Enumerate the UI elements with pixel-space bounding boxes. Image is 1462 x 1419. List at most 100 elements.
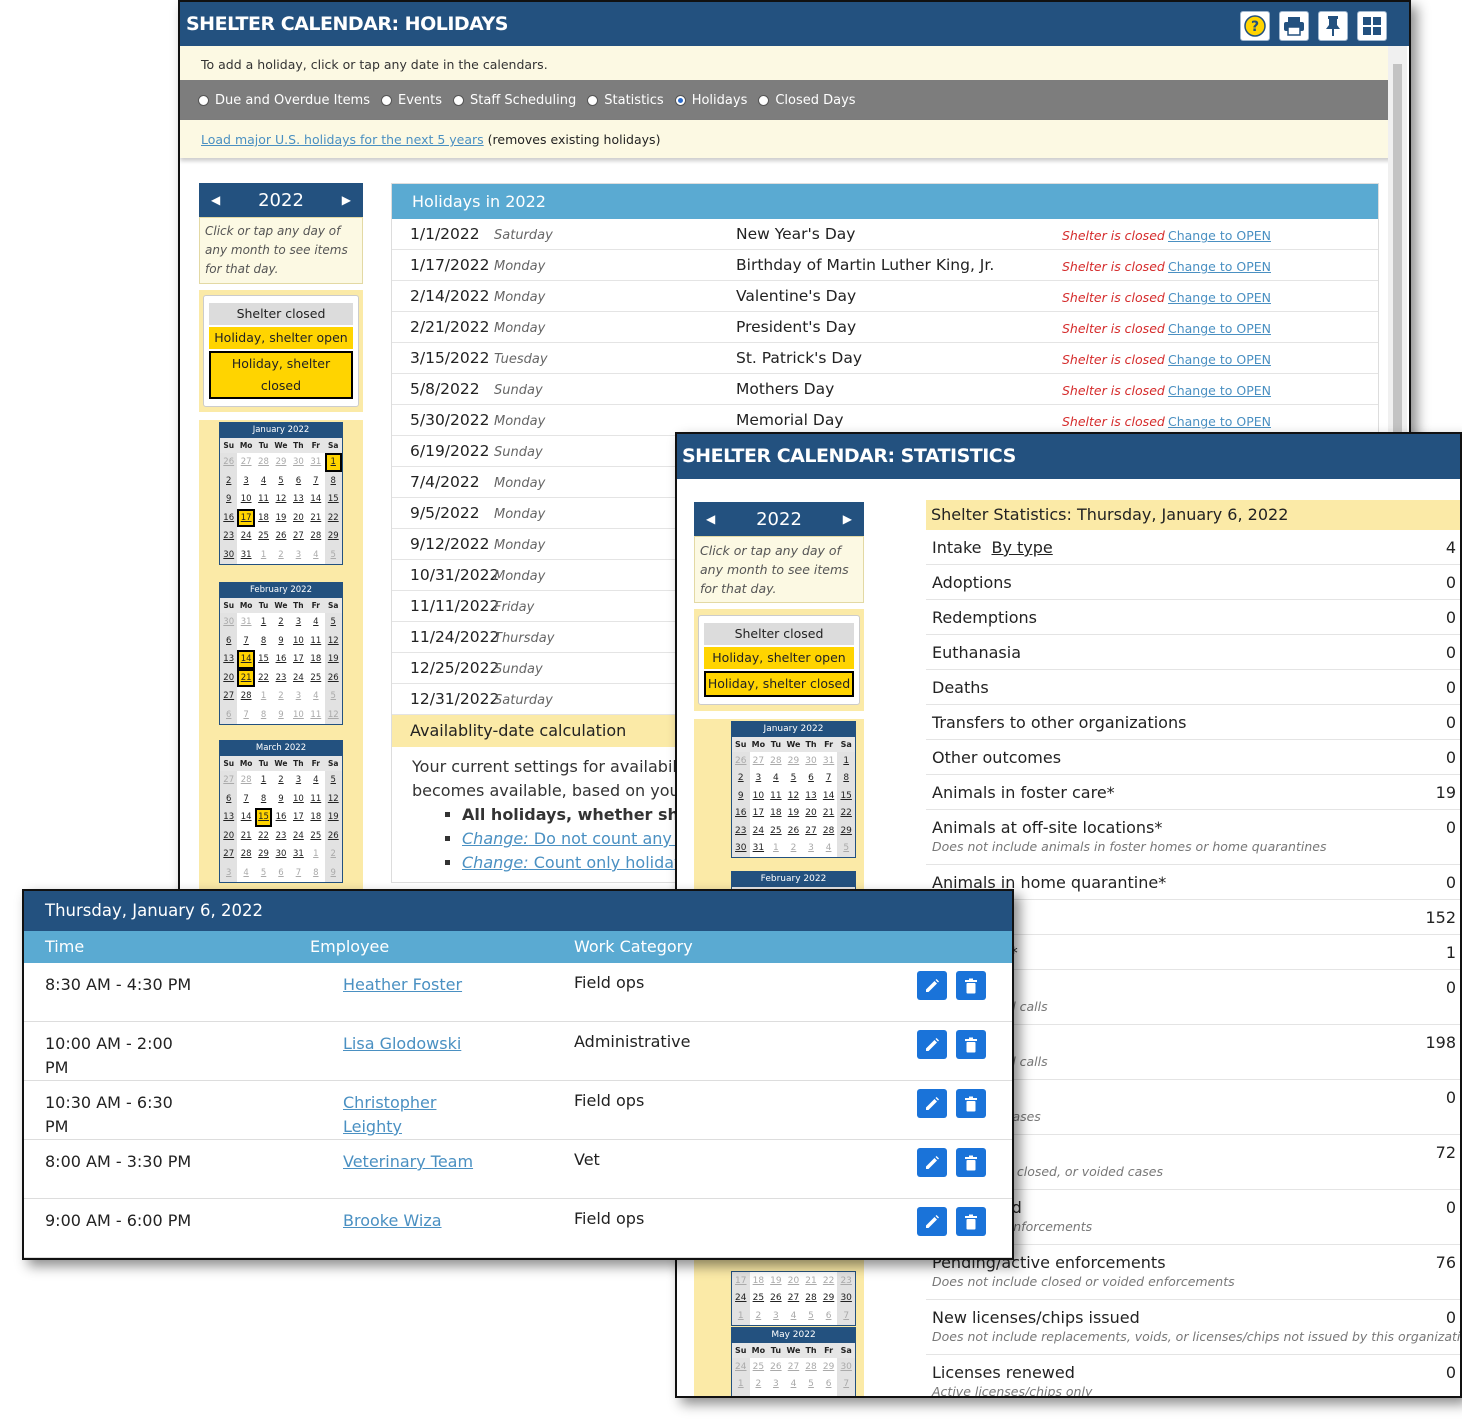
calendar-day[interactable]: 29 (324, 527, 342, 546)
calendar-day[interactable]: 15 (254, 808, 273, 827)
calendar-day[interactable]: 20 (802, 805, 820, 823)
calendar-day[interactable]: 1 (837, 752, 855, 770)
calendar-day[interactable]: 6 (272, 864, 289, 883)
statistic-row[interactable]: Deaths 0 (926, 670, 1460, 705)
view-option-closed-days[interactable]: Closed Days (758, 93, 856, 108)
calendar-day[interactable]: 25 (750, 1290, 768, 1308)
radio-button[interactable] (381, 94, 392, 106)
calendar-day[interactable]: 19 (324, 650, 342, 669)
help-button[interactable]: ? (1240, 11, 1270, 41)
calendar-day[interactable]: 30 (837, 1289, 855, 1307)
calendar-day[interactable]: 9 (272, 632, 289, 651)
employee-link[interactable]: Christopher Leighty (343, 1093, 436, 1136)
calendar-day[interactable]: 18 (750, 1272, 768, 1290)
calendar-day[interactable]: 25 (767, 822, 785, 840)
calendar-day[interactable]: 5 (785, 770, 803, 788)
radio-button[interactable] (198, 94, 209, 106)
view-option-statistics[interactable]: Statistics (587, 93, 664, 108)
delete-shift-button[interactable] (956, 1207, 986, 1236)
calendar-day[interactable]: 20 (220, 668, 238, 687)
view-option-staff-scheduling[interactable]: Staff Scheduling (453, 93, 576, 108)
calendar-day[interactable]: 1 (732, 1307, 750, 1325)
calendar-day[interactable]: 4 (785, 1376, 803, 1394)
calendar-day[interactable]: 11 (307, 706, 324, 725)
calendar-day[interactable]: 30 (220, 545, 238, 564)
calendar-day[interactable]: 3 (767, 1376, 785, 1394)
change-to-open-link[interactable]: Change to OPEN (1168, 290, 1271, 305)
view-option-events[interactable]: Events (381, 93, 442, 108)
calendar-day[interactable]: 2 (272, 687, 289, 706)
calendar-day[interactable]: 5 (837, 839, 855, 857)
calendar-day[interactable]: 1 (307, 845, 324, 864)
calendar-day[interactable]: 10 (290, 706, 307, 725)
calendar-day[interactable]: 10 (750, 787, 768, 805)
delete-shift-button[interactable] (956, 1030, 986, 1059)
calendar-day[interactable]: 3 (290, 771, 307, 790)
calendar-day[interactable]: 13 (220, 650, 238, 669)
calendar-day[interactable]: 27 (220, 845, 238, 864)
calendar-day[interactable]: 4 (785, 1307, 803, 1325)
calendar-day[interactable]: 3 (290, 613, 307, 632)
calendar-day[interactable]: 6 (820, 1307, 838, 1325)
calendar-day[interactable]: 29 (837, 822, 855, 840)
print-button[interactable] (1279, 11, 1309, 41)
edit-shift-button[interactable] (917, 1148, 947, 1177)
calendar-day[interactable]: 20 (220, 826, 238, 845)
calendar-day[interactable]: 23 (272, 827, 289, 846)
calendar-day[interactable]: 17 (237, 508, 255, 527)
calendar-day[interactable]: 7 (237, 632, 254, 651)
calendar-day[interactable]: 22 (255, 669, 272, 688)
statistic-row[interactable]: Transfers to other organizations 0 (926, 705, 1460, 740)
calendar-day[interactable]: 12 (324, 631, 342, 650)
edit-shift-button[interactable] (917, 1207, 947, 1236)
prev-year-icon[interactable]: ◀ (706, 512, 715, 526)
employee-link[interactable]: Brooke Wiza (343, 1211, 442, 1230)
calendar-day[interactable]: 29 (785, 752, 803, 770)
calendar-day[interactable]: 12 (324, 705, 342, 724)
calendar-day[interactable]: 28 (820, 822, 838, 840)
calendar-day[interactable]: 9 (750, 1393, 768, 1396)
calendar-day[interactable]: 28 (237, 771, 254, 790)
calendar-day[interactable]: 9 (272, 790, 289, 809)
statistic-row[interactable]: Euthanasia 0 (926, 635, 1460, 670)
calendar-day[interactable]: 5 (324, 613, 342, 632)
calendar-day[interactable]: 20 (785, 1272, 803, 1290)
calendar-day[interactable]: 8 (255, 632, 272, 651)
calendar-day[interactable]: 6 (820, 1376, 838, 1394)
calendar-day[interactable]: 26 (767, 1290, 785, 1308)
calendar-day[interactable]: 7 (820, 770, 838, 788)
calendar-day[interactable]: 1 (767, 840, 785, 858)
statistic-row[interactable]: New licenses/chips issued 0 Does not inclu… (926, 1300, 1460, 1355)
calendar-day[interactable]: 4 (820, 840, 838, 858)
calendar-day[interactable]: 19 (767, 1272, 785, 1290)
calendar-day[interactable]: 9 (272, 706, 289, 725)
holiday-row[interactable]: 2/21/2022 Monday President's Day Shelter is… (392, 312, 1378, 343)
holiday-row[interactable]: 1/17/2022 Monday Birthday of Martin Luther… (392, 250, 1378, 281)
view-option-holidays[interactable]: Holidays (674, 93, 747, 108)
calendar-day[interactable]: 30 (802, 752, 820, 770)
calendar-day[interactable]: 22 (324, 508, 342, 527)
statistic-row[interactable]: Other outcomes 0 (926, 740, 1460, 775)
calendar-day[interactable]: 25 (307, 669, 324, 688)
calendar-day[interactable]: 7 (290, 864, 307, 883)
calendar-day[interactable]: 8 (255, 790, 272, 809)
calendar-day[interactable]: 10 (237, 490, 254, 509)
load-holidays-link[interactable]: Load major U.S. holidays for the next 5 … (201, 132, 484, 147)
calendar-day[interactable]: 14 (237, 650, 255, 669)
calendar-day[interactable]: 4 (307, 771, 324, 790)
calendar-day[interactable]: 14 (237, 808, 254, 827)
calendar-day[interactable]: 7 (837, 1307, 855, 1325)
calendar-day[interactable]: 13 (290, 490, 307, 509)
calendar-day[interactable]: 3 (750, 770, 768, 788)
statistic-row[interactable]: Animals in foster care* 19 (926, 775, 1460, 810)
calendar-day[interactable]: 3 (220, 863, 238, 882)
calendar-day[interactable]: 6 (220, 705, 238, 724)
calendar-day[interactable]: 31 (750, 840, 768, 858)
calendar-day[interactable]: 27 (802, 822, 820, 840)
calendar-day[interactable]: 27 (237, 453, 254, 472)
calendar-day[interactable]: 22 (255, 827, 272, 846)
calendar-day[interactable]: 16 (220, 508, 238, 527)
calendar-day[interactable]: 4 (307, 546, 324, 565)
calendar-day[interactable]: 14 (307, 490, 324, 509)
calendar-day[interactable]: 13 (820, 1393, 838, 1396)
